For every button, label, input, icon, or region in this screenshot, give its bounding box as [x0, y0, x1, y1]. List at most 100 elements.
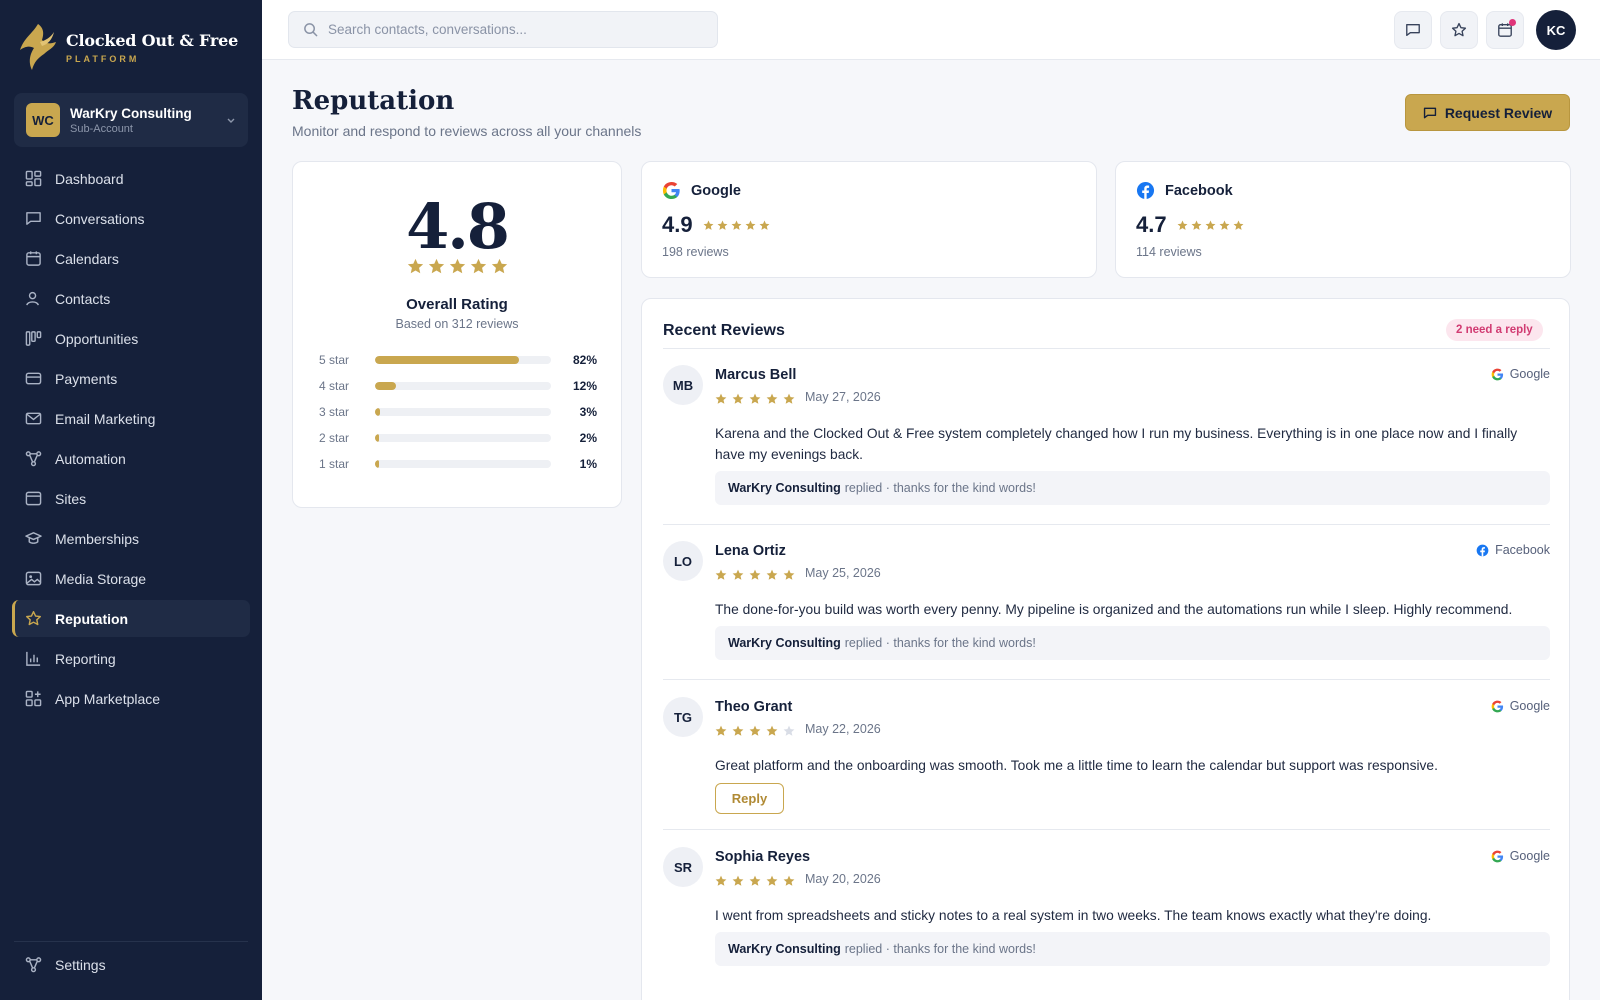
star-filled-icon: [717, 220, 728, 230]
reply-note: replied · thanks for the kind words!: [844, 481, 1036, 495]
facebook-rating-card[interactable]: Facebook 4.7 114 reviews: [1115, 161, 1571, 278]
source-name: Google: [691, 182, 741, 199]
divider: [663, 524, 1550, 525]
browser-icon: [25, 491, 42, 506]
star-filled-icon: [428, 258, 444, 274]
reply-author: WarKry Consulting: [728, 481, 841, 495]
bar-chart-icon: [26, 651, 41, 666]
review-source: Google: [1491, 699, 1550, 713]
source-rating-stars: [703, 220, 770, 231]
sidebar-item-settings[interactable]: Settings: [12, 946, 250, 983]
review-text: Karena and the Clocked Out & Free system…: [715, 426, 1518, 462]
calendar-button[interactable]: [1486, 11, 1524, 49]
sidebar-item-label: App Marketplace: [55, 690, 161, 707]
distribution-row: 2 star 2%: [319, 425, 597, 451]
reply-button[interactable]: Reply: [715, 783, 784, 814]
sidebar-item-reporting[interactable]: Reporting: [12, 640, 250, 677]
credit-card-icon: [25, 372, 42, 385]
sidebar-item-label: Media Storage: [55, 570, 147, 587]
recent-reviews-card: Recent Reviews 2 need a reply MB Marcus …: [641, 298, 1570, 1000]
needs-reply-badge[interactable]: 2 need a reply: [1446, 319, 1543, 341]
contacts-icon: [26, 291, 39, 306]
favorites-button[interactable]: [1440, 11, 1478, 49]
sidebar-item-reputation[interactable]: Reputation: [12, 600, 250, 637]
review-date: May 25, 2026: [805, 566, 881, 580]
review-date: May 27, 2026: [805, 390, 881, 404]
chat-icon: [26, 212, 41, 225]
google-icon: [1491, 850, 1503, 862]
search-box[interactable]: [288, 11, 718, 48]
sidebar-item-automation[interactable]: Automation: [12, 440, 250, 477]
sidebar-item-media-storage[interactable]: Media Storage: [12, 560, 250, 597]
settings-icon: [25, 957, 42, 973]
divider: [663, 829, 1550, 830]
reply-note: replied · thanks for the kind words!: [844, 942, 1036, 956]
distribution-fill: [375, 356, 520, 364]
google-icon: [1491, 700, 1503, 712]
google-rating-card[interactable]: Google 4.9 198 reviews: [641, 161, 1097, 278]
sidebar-item-email-marketing[interactable]: Email Marketing: [12, 400, 250, 437]
account-switcher[interactable]: WC WarKry Consulting Sub-Account: [14, 93, 248, 147]
star-filled-icon: [766, 875, 778, 886]
distribution-label: 4 star: [319, 379, 350, 393]
star-filled-icon: [715, 393, 727, 404]
star-filled-icon: [732, 875, 744, 886]
distribution-bar: [375, 382, 551, 390]
star-filled-icon: [1191, 220, 1202, 230]
account-badge: WC: [26, 103, 60, 137]
user-avatar[interactable]: KC: [1536, 10, 1576, 50]
reviewer-name: Theo Grant: [715, 699, 793, 715]
sidebar-item-sites[interactable]: Sites: [12, 480, 250, 517]
sidebar-item-contacts[interactable]: Contacts: [12, 280, 250, 317]
reviewer-name: Marcus Bell: [715, 367, 797, 383]
review-stars: [715, 393, 795, 405]
star-filled-icon: [491, 258, 507, 274]
account-type: Sub-Account: [70, 122, 133, 135]
calendar-icon: [26, 251, 41, 266]
star-filled-icon: [1177, 220, 1188, 230]
reviewer-avatar: TG: [663, 697, 703, 737]
sidebar-item-memberships[interactable]: Memberships: [12, 520, 250, 557]
account-name: WarKry Consulting: [70, 105, 192, 121]
sidebar-item-label: Automation: [55, 450, 126, 467]
distribution-label: 5 star: [319, 353, 350, 367]
distribution-fill: [375, 408, 381, 416]
chat-icon: [1423, 107, 1436, 118]
workflow-icon: [25, 451, 42, 467]
star-filled-icon: [715, 725, 727, 736]
sidebar-item-label: Sites: [55, 490, 87, 507]
sidebar-item-app-marketplace[interactable]: App Marketplace: [12, 680, 250, 717]
brand[interactable]: Clocked Out & Free PLATFORM: [18, 20, 248, 74]
distribution-fill: [375, 382, 397, 390]
distribution-label: 2 star: [319, 431, 350, 445]
sidebar-item-calendars[interactable]: Calendars: [12, 240, 250, 277]
sidebar-item-payments[interactable]: Payments: [12, 360, 250, 397]
source-rating-stars: [1177, 220, 1244, 231]
distribution-percent: 2%: [579, 431, 597, 445]
distribution-percent: 82%: [572, 353, 597, 367]
sidebar-item-dashboard[interactable]: Dashboard: [12, 160, 250, 197]
sidebar-item-label: Contacts: [55, 290, 111, 307]
search-input[interactable]: [328, 22, 688, 37]
star-filled-icon: [1219, 220, 1230, 230]
distribution-row: 4 star 12%: [319, 373, 597, 399]
star-filled-icon: [407, 258, 423, 274]
search-icon: [304, 23, 318, 37]
star-filled-icon: [766, 569, 778, 580]
messages-button[interactable]: [1394, 11, 1432, 49]
star-filled-icon: [703, 220, 714, 230]
sidebar-item-conversations[interactable]: Conversations: [12, 200, 250, 237]
pipeline-icon: [25, 331, 42, 346]
star-filled-icon: [749, 569, 761, 580]
star-filled-icon: [731, 220, 742, 230]
topbar: KC: [262, 0, 1600, 60]
star-filled-icon: [732, 725, 744, 736]
sidebar-item-opportunities[interactable]: Opportunities: [12, 320, 250, 357]
star-filled-icon: [783, 393, 795, 404]
sidebar-item-label: Payments: [55, 370, 118, 387]
request-review-button[interactable]: Request Review: [1405, 94, 1570, 131]
review-date: May 22, 2026: [805, 722, 881, 736]
google-icon: [1491, 368, 1503, 380]
review-stars: [715, 725, 795, 737]
reply-author: WarKry Consulting: [728, 636, 841, 650]
